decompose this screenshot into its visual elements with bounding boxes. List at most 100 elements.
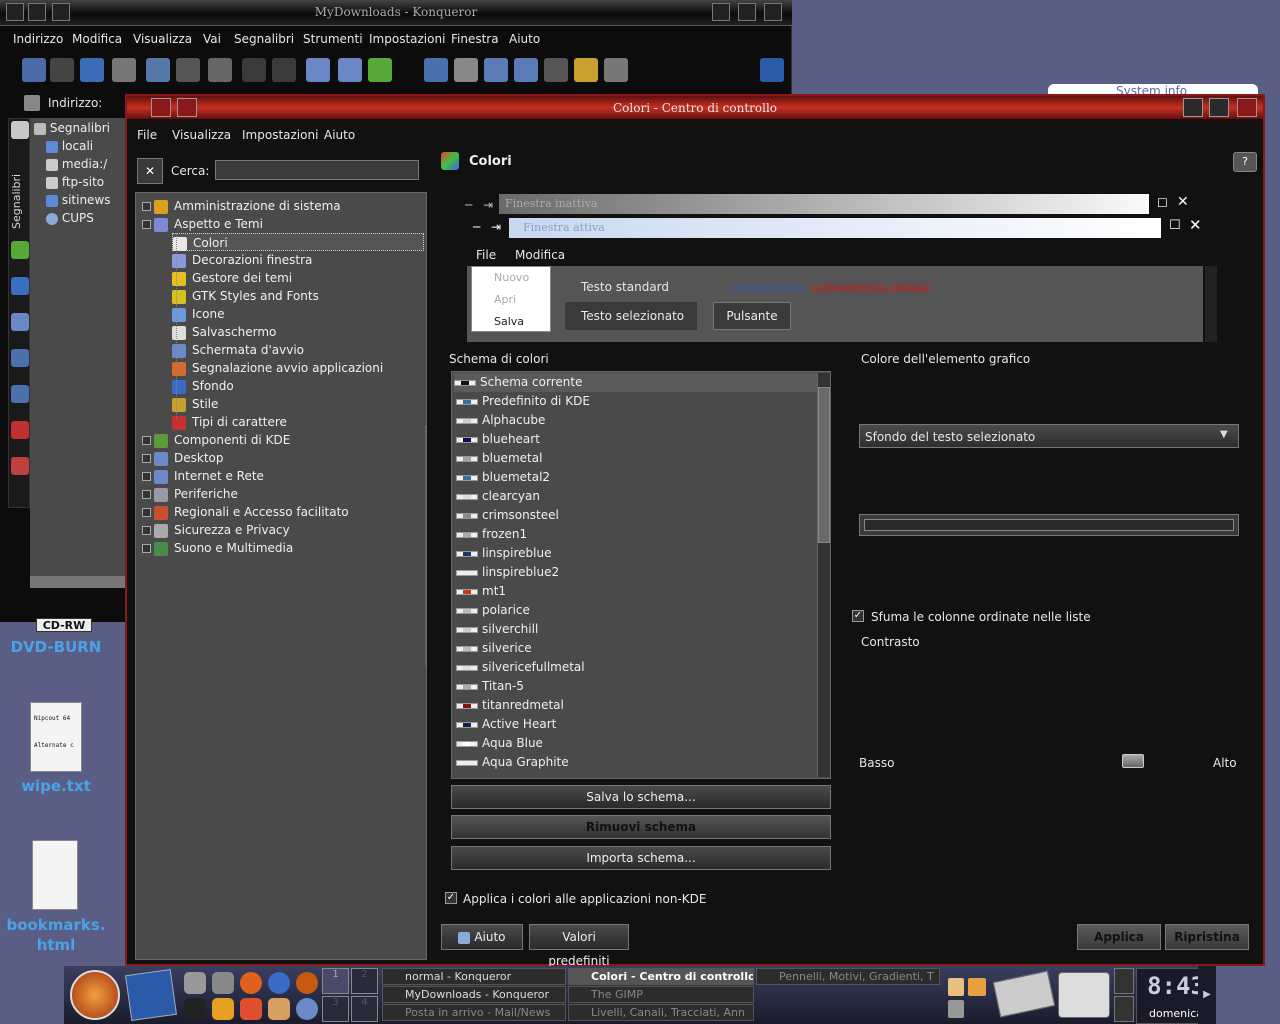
tree-item-salvaschermo[interactable]: Salvaschermo — [172, 323, 276, 341]
cdrw-icon[interactable]: CD-RW — [36, 618, 92, 632]
scheme-item[interactable]: silverice — [456, 639, 532, 658]
kde-components-icon[interactable] — [11, 241, 29, 259]
menu-file[interactable]: File — [137, 128, 157, 142]
tree-item[interactable]: ftp-sito — [46, 175, 104, 189]
menu-aiuto[interactable]: Aiuto — [324, 128, 355, 142]
tree-expander[interactable] — [142, 490, 151, 499]
bookmarks-html-label[interactable]: bookmarks. html — [0, 915, 112, 955]
scheme-item[interactable]: linspireblue2 — [456, 563, 559, 582]
tree-item-componenti-di-kde[interactable]: Componenti di KDE — [154, 431, 290, 449]
tree-view-icon[interactable] — [368, 58, 392, 82]
control-center-titlebar[interactable]: Colori - Centro di controllo — [127, 96, 1263, 120]
home-folder-icon[interactable] — [11, 313, 29, 331]
scheme-item[interactable]: Aqua Graphite — [456, 753, 569, 772]
printer-icon[interactable] — [1058, 972, 1110, 1018]
panel-hide-button[interactable]: ▶ — [1198, 966, 1216, 1024]
task-gimp[interactable]: The GIMP — [568, 986, 754, 1003]
task-control-center[interactable]: Colori - Centro di controllo — [568, 968, 754, 985]
inkscape-icon[interactable] — [184, 998, 206, 1020]
popup-item-nuovo[interactable]: Nuovo — [494, 271, 529, 284]
tree-item-icone[interactable]: Icone — [172, 305, 224, 323]
scheme-item[interactable]: bluemetal2 — [456, 468, 550, 487]
scheme-item[interactable]: linspireblue — [456, 544, 551, 563]
popup-item-apri[interactable]: Apri — [494, 293, 516, 306]
active-close-icon[interactable]: ✕ — [1189, 216, 1202, 234]
tree-item-internet-e-rete[interactable]: Internet e Rete — [154, 467, 264, 485]
split-v-icon[interactable] — [514, 58, 538, 82]
menu-vai[interactable]: Vai — [203, 32, 221, 46]
tree-item-amministrazione-di-sistema[interactable]: Amministrazione di sistema — [154, 197, 341, 215]
popup-item-salva[interactable]: Salva — [494, 315, 524, 328]
tree-item-sicurezza-e-privacy[interactable]: Sicurezza e Privacy — [154, 521, 290, 539]
services-icon[interactable] — [11, 385, 29, 403]
firefox-icon[interactable] — [240, 972, 262, 994]
scheme-item[interactable]: Alphacube — [456, 411, 545, 430]
help-button[interactable]: Aiuto — [441, 924, 523, 950]
tree-expander[interactable] — [142, 454, 151, 463]
klipper-icon[interactable] — [948, 978, 964, 996]
app-icon[interactable] — [296, 972, 318, 994]
minimize-button[interactable] — [1183, 98, 1203, 117]
preview-menu-modifica[interactable]: Modifica — [515, 248, 565, 262]
tree-expander[interactable] — [142, 202, 151, 211]
history-icon[interactable] — [11, 277, 29, 295]
tree-item-schermata-d-avvio[interactable]: Schermata d'avvio — [172, 341, 304, 359]
inactive-pin-icon[interactable]: ⇥ — [483, 198, 493, 212]
scheme-item[interactable]: clearcyan — [456, 487, 540, 506]
scheme-item[interactable]: frozen1 — [456, 525, 527, 544]
color-button[interactable] — [859, 514, 1239, 536]
contrast-slider-thumb[interactable] — [1122, 754, 1144, 768]
tree-item[interactable]: sitinews — [46, 193, 111, 207]
active-menu-icon[interactable]: ─ — [473, 220, 480, 234]
tree-expander[interactable] — [142, 526, 151, 535]
computer-icon[interactable] — [184, 972, 206, 994]
stop-icon[interactable] — [176, 58, 200, 82]
scheme-item[interactable]: Predefinito di KDE — [456, 392, 590, 411]
menu-segnalibri[interactable]: Segnalibri — [234, 32, 294, 46]
defaults-button[interactable]: Valori predefiniti — [529, 924, 629, 968]
split-h-icon[interactable] — [484, 58, 508, 82]
shade-columns-checkbox[interactable]: ✓ — [852, 610, 864, 622]
clear-search-icon[interactable]: ✕ — [137, 158, 163, 184]
segnalibri-tab[interactable]: Segnalibri — [10, 174, 23, 229]
minimize-button[interactable] — [712, 3, 730, 21]
tray-icon[interactable] — [968, 978, 986, 996]
scheme-item[interactable]: blueheart — [456, 430, 540, 449]
close-button[interactable] — [1237, 98, 1257, 117]
reset-button[interactable]: Ripristina — [1165, 924, 1249, 950]
konqueror-titlebar[interactable]: MyDownloads - Konqueror — [0, 0, 792, 26]
scheme-item[interactable]: polarice — [456, 601, 530, 620]
tree-item[interactable]: Segnalibri — [34, 121, 110, 135]
tree-item[interactable]: locali — [46, 139, 93, 153]
tree-expander[interactable] — [142, 508, 151, 517]
image-icon[interactable] — [574, 58, 598, 82]
text-file-icon[interactable]: Nipcout 64 Alternate c — [30, 702, 82, 772]
app3-icon[interactable] — [296, 998, 318, 1020]
scrollbar-thumb[interactable] — [818, 387, 830, 543]
back-icon[interactable] — [22, 58, 46, 82]
volume-icon[interactable] — [948, 1000, 964, 1018]
maximize-button[interactable] — [738, 3, 756, 21]
up-icon[interactable] — [80, 58, 104, 82]
tree-item-decorazioni-finestra[interactable]: Decorazioni finestra — [172, 251, 312, 269]
scheme-item[interactable]: titanredmetal — [456, 696, 564, 715]
scheme-list-scrollbar[interactable] — [817, 373, 830, 777]
search-input[interactable] — [215, 160, 419, 180]
tree-expander[interactable] — [142, 544, 151, 553]
pager-desktop-2[interactable]: 2 — [351, 968, 378, 994]
menu-strumenti[interactable]: Strumenti — [303, 32, 363, 46]
menu-aiuto[interactable]: Aiuto — [509, 32, 540, 46]
inactive-menu-icon[interactable]: ─ — [465, 198, 472, 212]
tree-item-segnalazione-avvio-applicazioni[interactable]: Segnalazione avvio applicazioni — [172, 359, 383, 377]
html-file-icon[interactable] — [32, 840, 78, 910]
tree-item-aspetto-e-temi[interactable]: Aspetto e Temi — [154, 215, 263, 233]
sidebar-icon[interactable] — [424, 58, 448, 82]
inactive-titlebar[interactable]: Finestra inattiva — [499, 194, 1149, 214]
close-button[interactable] — [764, 3, 782, 21]
maximize-button[interactable] — [1209, 98, 1229, 117]
preview-link[interactable]: collegamento — [731, 280, 806, 293]
logout-icon[interactable] — [1114, 996, 1134, 1022]
menu-visualizza[interactable]: Visualizza — [133, 32, 192, 46]
tree-expander[interactable] — [142, 220, 151, 229]
inactive-close-icon[interactable]: ✕ — [1177, 194, 1189, 210]
